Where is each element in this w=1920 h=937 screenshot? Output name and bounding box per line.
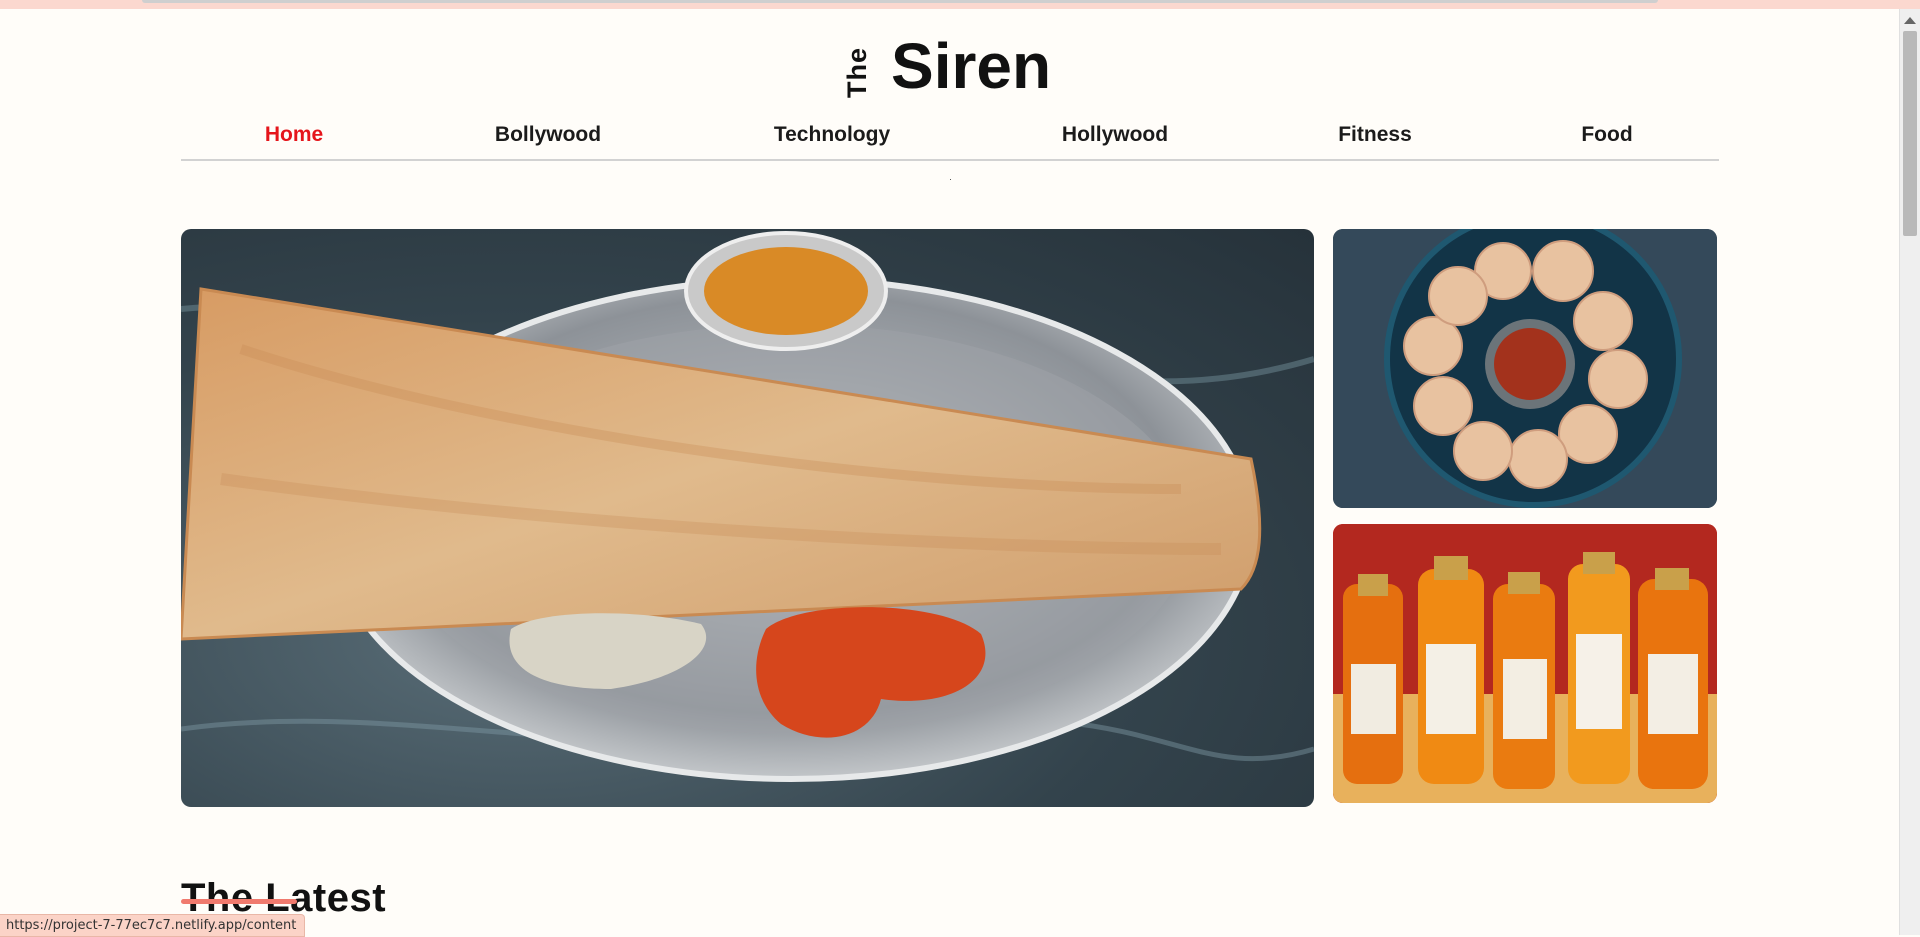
side-image-momos[interactable]	[1333, 229, 1717, 508]
nav-technology[interactable]: Technology	[774, 123, 890, 147]
scroll-up-arrow-icon[interactable]	[1904, 17, 1916, 24]
vertical-scrollbar[interactable]	[1899, 9, 1920, 935]
logo-siren-text: Siren	[891, 30, 1052, 102]
dosa-illustration	[181, 231, 1314, 782]
nav-fitness[interactable]: Fitness	[1338, 123, 1412, 147]
status-bar-url: https://project-7-77ec7c7.netlify.app/co…	[0, 914, 306, 937]
site-logo[interactable]: The Siren	[842, 29, 1076, 105]
loading-dot	[950, 179, 951, 180]
side-image-bottles[interactable]	[1333, 524, 1717, 803]
main-nav: Home Bollywood Technology Hollywood Fitn…	[181, 119, 1719, 161]
section-title-underline	[181, 899, 297, 904]
scroll-thumb[interactable]	[1903, 31, 1917, 236]
nav-bollywood[interactable]: Bollywood	[495, 123, 601, 147]
logo-the-text: The	[842, 46, 873, 99]
nav-food[interactable]: Food	[1581, 123, 1632, 147]
page: The Siren Home Bollywood Technology Holl…	[0, 9, 1900, 935]
browser-top-strip	[0, 0, 1920, 9]
hero-image-dosa[interactable]	[181, 229, 1314, 807]
nav-home[interactable]: Home	[265, 123, 323, 147]
bottles-illustration	[1333, 524, 1717, 803]
address-bar-edge	[142, 0, 1658, 3]
momos-illustration	[1333, 229, 1717, 508]
nav-hollywood[interactable]: Hollywood	[1062, 123, 1168, 147]
